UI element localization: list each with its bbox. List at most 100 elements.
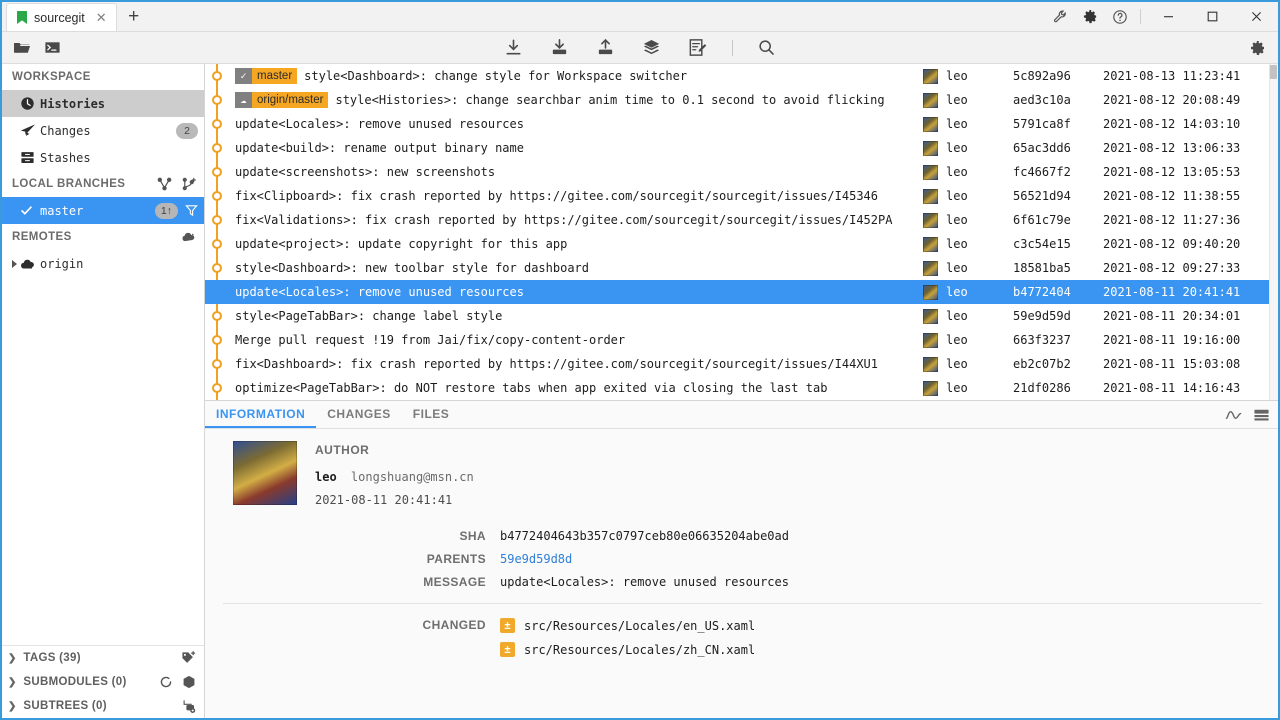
commit-row[interactable]: ☁origin/masterstyle<Histories>: change s… [205, 88, 1278, 112]
group-actions [181, 699, 196, 713]
commit-row[interactable]: fix<Dashboard>: fix crash reported by ht… [205, 352, 1278, 376]
sidebar-group-subtrees[interactable]: ❯ SUBTREES (0) [2, 694, 204, 718]
sidebar-item-master-branch[interactable]: master 1↑ [2, 197, 204, 224]
commit-row[interactable]: style<Dashboard>: new toolbar style for … [205, 256, 1278, 280]
tab-files[interactable]: FILES [402, 401, 461, 428]
refresh-icon[interactable] [159, 675, 173, 689]
commit-row[interactable]: ✓master style<Dashboard>: change style fo… [205, 64, 1278, 88]
preferences-gear-icon[interactable] [1246, 36, 1270, 60]
section-actions [181, 231, 196, 244]
expander-arrow-icon[interactable] [8, 260, 20, 268]
commit-subject-cell: style<PageTabBar>: change label style [205, 309, 918, 323]
commit-list-scrollbar[interactable] [1269, 64, 1278, 400]
branch-decorator: ✓master [235, 68, 297, 84]
commit-row[interactable]: optimize<PageTabBar>: do NOT restore tab… [205, 376, 1278, 400]
commit-list[interactable]: ✓master style<Dashboard>: change style fo… [205, 64, 1278, 401]
toolbar-right-group [1246, 36, 1270, 60]
add-tag-icon[interactable] [181, 651, 196, 665]
commit-row[interactable]: fix<Clipboard>: fix crash reported by ht… [205, 184, 1278, 208]
layout-split-icon[interactable] [1253, 408, 1270, 422]
apply-patch-icon[interactable] [686, 36, 710, 60]
chevron-right-icon[interactable]: ❯ [8, 701, 16, 712]
sidebar-group-submodules[interactable]: ❯ SUBMODULES (0) [2, 670, 204, 694]
commit-author-cell: leo [918, 165, 1013, 180]
commit-row[interactable]: update<screenshots>: new screenshotsleof… [205, 160, 1278, 184]
search-icon[interactable] [755, 36, 779, 60]
close-icon[interactable]: ✕ [92, 11, 107, 24]
commit-message: update<Locales>: remove unused resources [235, 285, 524, 299]
commit-date-cell: 2021-08-12 11:27:36 [1103, 213, 1278, 227]
stash-icon[interactable] [640, 36, 664, 60]
group-label: SUBTREES (0) [23, 700, 174, 712]
sidebar-item-origin[interactable]: origin [2, 250, 204, 277]
add-remote-icon[interactable] [181, 231, 196, 244]
changes-count-badge: 2 [176, 123, 198, 139]
author-name: leo [946, 213, 968, 227]
help-icon[interactable] [1105, 2, 1135, 31]
check-icon: ✓ [235, 68, 252, 84]
commit-author-cell: leo [918, 213, 1013, 228]
commit-row[interactable]: update<build>: rename output binary name… [205, 136, 1278, 160]
clock-icon [20, 96, 40, 111]
commit-sha-cell: eb2c07b2 [1013, 357, 1103, 371]
changed-file-item[interactable]: ± src/Resources/Locales/en_US.xaml [500, 618, 755, 633]
pull-icon[interactable] [548, 36, 572, 60]
chevron-right-icon[interactable]: ❯ [8, 677, 16, 688]
cube-icon[interactable] [182, 675, 196, 689]
new-branch-icon[interactable] [181, 177, 196, 191]
commit-row[interactable]: Merge pull request !19 from Jai/fix/copy… [205, 328, 1278, 352]
gear-icon[interactable] [1075, 2, 1105, 31]
scrollbar-thumb[interactable] [1270, 65, 1277, 79]
paper-plane-icon [20, 123, 40, 138]
commit-date-cell: 2021-08-11 19:16:00 [1103, 333, 1278, 347]
commit-date-cell: 2021-08-11 20:34:01 [1103, 309, 1278, 323]
commit-subject-cell: update<Locales>: remove unused resources [205, 285, 918, 299]
file-path: src/Resources/Locales/en_US.xaml [524, 619, 755, 633]
file-status-badge: ± [500, 618, 515, 633]
title-bar: sourcegit ✕ + [2, 2, 1278, 32]
close-button[interactable] [1234, 2, 1278, 31]
author-name: leo [946, 93, 968, 107]
author-name: leo [946, 357, 968, 371]
push-icon[interactable] [594, 36, 618, 60]
commit-row[interactable]: fix<Validations>: fix crash reported by … [205, 208, 1278, 232]
commit-subject-cell: update<build>: rename output binary name [205, 141, 918, 155]
commit-row[interactable]: update<project>: update copyright for th… [205, 232, 1278, 256]
filter-icon[interactable] [185, 204, 198, 217]
tab-information[interactable]: INFORMATION [205, 401, 316, 428]
commit-row[interactable]: style<PageTabBar>: change label styleleo… [205, 304, 1278, 328]
parent-sha-link[interactable]: 59e9d59d8d [500, 552, 572, 566]
new-tab-button[interactable]: + [117, 3, 151, 31]
minimize-button[interactable] [1146, 2, 1190, 31]
repository-tab-sourcegit[interactable]: sourcegit ✕ [6, 3, 117, 31]
tab-changes[interactable]: CHANGES [316, 401, 402, 428]
add-subtree-icon[interactable] [181, 699, 196, 713]
wrench-icon[interactable] [1045, 2, 1075, 31]
commit-author-cell: leo [918, 357, 1013, 372]
sidebar-item-changes[interactable]: Changes 2 [2, 117, 204, 144]
author-block: AUTHOR leo longshuang@msn.cn 2021-08-11 … [205, 441, 1278, 507]
commit-row[interactable]: update<Locales>: remove unused resources… [205, 112, 1278, 136]
commit-author-cell: leo [918, 189, 1013, 204]
sidebar-item-stashes[interactable]: Stashes [2, 144, 204, 171]
commit-date-cell: 2021-08-11 14:16:43 [1103, 381, 1278, 395]
maximize-button[interactable] [1190, 2, 1234, 31]
fetch-icon[interactable] [502, 36, 526, 60]
graph-curve-icon[interactable] [1225, 408, 1242, 422]
group-actions [181, 651, 196, 665]
chevron-right-icon[interactable]: ❯ [8, 653, 16, 664]
avatar [923, 381, 938, 396]
commit-date-cell: 2021-08-12 13:06:33 [1103, 141, 1278, 155]
changed-file-item[interactable]: ±src/Resources/Locales/zh_CN.xaml [500, 642, 755, 657]
sidebar-item-histories[interactable]: Histories [2, 90, 204, 117]
commit-message: style<Dashboard>: change style for Works… [304, 69, 687, 83]
author-label: AUTHOR [315, 443, 474, 457]
commit-row[interactable]: update<Locales>: remove unused resources… [205, 280, 1278, 304]
commit-message: update<Locales>: remove unused resources [235, 117, 524, 131]
author-date: 2021-08-11 20:41:41 [315, 493, 474, 507]
branch-graph-icon[interactable] [157, 177, 172, 191]
window-controls [1045, 2, 1278, 31]
sidebar-group-tags[interactable]: ❯ TAGS (39) [2, 646, 204, 670]
commit-sha-cell: 56521d94 [1013, 189, 1103, 203]
avatar [233, 441, 297, 505]
